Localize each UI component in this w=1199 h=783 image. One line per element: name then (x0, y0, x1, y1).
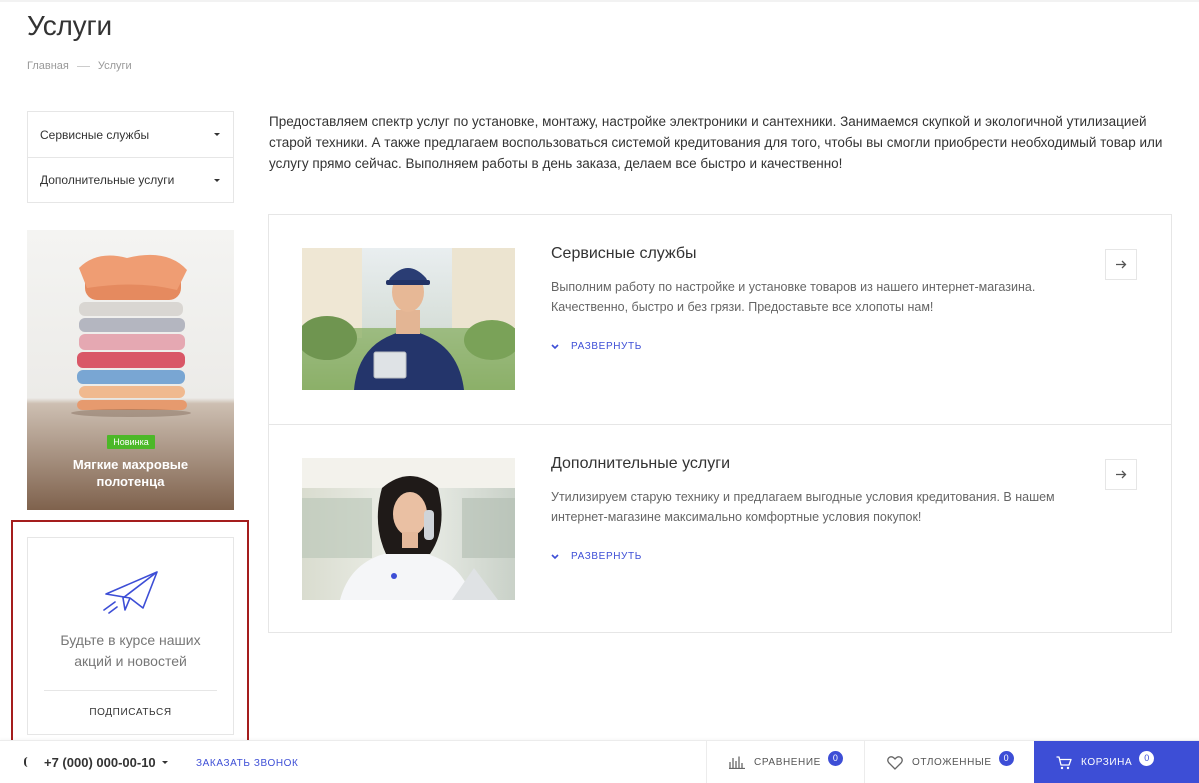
sidebar-item-service-departments[interactable]: Сервисные службы (28, 112, 233, 157)
service-photo[interactable] (302, 458, 515, 600)
bar-chart-icon (729, 756, 745, 769)
caret-down-icon (214, 178, 220, 182)
phone-number: +7 (000) 000-00-10 (44, 755, 156, 770)
compare-count-badge: 0 (827, 750, 843, 766)
heart-icon (887, 755, 903, 770)
phone-icon (24, 757, 30, 767)
sidebar-item-label: Сервисные службы (40, 127, 150, 142)
service-item: Дополнительные услуги Утилизируем старую… (269, 424, 1171, 633)
banner-caption-line: Мягкие махровые (72, 457, 189, 472)
subscribe-button[interactable]: ПОДПИСАТЬСЯ (28, 707, 233, 718)
caret-down-icon (161, 761, 168, 764)
banner-caption: Мягкие махровые полотенца (27, 456, 234, 490)
cart-count-badge: 0 (1139, 750, 1155, 766)
breadcrumb: Главная Услуги (27, 60, 132, 72)
phone-dropdown[interactable]: +7 (000) 000-00-10 (44, 755, 168, 770)
open-service-button[interactable] (1105, 249, 1137, 280)
arrow-right-icon (1115, 470, 1126, 479)
chevron-down-icon (551, 553, 559, 559)
page-title: Услуги (27, 10, 112, 41)
service-photo[interactable] (302, 248, 515, 390)
service-title[interactable]: Сервисные службы (551, 245, 697, 263)
subscribe-text-line: Будьте в курсе наших (60, 632, 201, 648)
service-description: Выполним работу по настройке и установке… (551, 280, 1036, 314)
bottom-bar: +7 (000) 000-00-10 ЗАКАЗАТЬ ЗВОНОК СРАВН… (0, 740, 1199, 783)
expand-toggle[interactable]: РАЗВЕРНУТЬ (551, 551, 642, 562)
service-item: Сервисные службы Выполним работу по наст… (269, 215, 1171, 424)
operator-photo (302, 458, 515, 600)
service-title[interactable]: Дополнительные услуги (551, 455, 730, 473)
compare-button[interactable]: СРАВНЕНИЕ 0 (706, 741, 864, 783)
subscribe-divider (44, 690, 217, 691)
breadcrumb-separator (76, 65, 90, 67)
subscribe-text-line: акций и новостей (74, 653, 187, 669)
promo-banner[interactable]: Новинка Мягкие махровые полотенца (27, 230, 234, 510)
sidebar-menu: Сервисные службы Дополнительные услуги (27, 111, 234, 203)
chevron-down-icon (551, 343, 559, 349)
expand-toggle[interactable]: РАЗВЕРНУТЬ (551, 341, 642, 352)
top-divider (0, 0, 1199, 2)
open-service-button[interactable] (1105, 459, 1137, 490)
service-description: Утилизируем старую технику и предлагаем … (551, 490, 1055, 524)
delayed-count-badge: 0 (998, 750, 1014, 766)
subscribe-block: Будьте в курсе наших акций и новостей ПО… (27, 537, 234, 735)
technician-photo (302, 248, 515, 390)
services-list: Сервисные службы Выполним работу по наст… (268, 214, 1172, 633)
subscribe-text: Будьте в курсе наших акций и новостей (28, 630, 233, 672)
intro-text: Предоставляем спектр услуг по установке,… (269, 114, 1163, 171)
new-badge: Новинка (107, 435, 155, 449)
paper-plane-icon (103, 571, 158, 614)
cart-label: КОРЗИНА (1081, 757, 1133, 768)
expand-label: РАЗВЕРНУТЬ (571, 341, 642, 352)
delayed-label: ОТЛОЖЕННЫЕ (912, 757, 992, 768)
delayed-button[interactable]: ОТЛОЖЕННЫЕ 0 (864, 741, 1034, 783)
cart-button[interactable]: КОРЗИНА 0 (1034, 741, 1199, 783)
caret-down-icon (214, 133, 220, 136)
banner-caption-line: полотенца (96, 474, 165, 489)
cart-icon (1056, 755, 1072, 769)
sidebar-item-additional-services[interactable]: Дополнительные услуги (28, 157, 233, 202)
arrow-right-icon (1115, 260, 1126, 269)
expand-label: РАЗВЕРНУТЬ (571, 551, 642, 562)
order-callback-link[interactable]: ЗАКАЗАТЬ ЗВОНОК (196, 758, 298, 769)
breadcrumb-current: Услуги (97, 60, 132, 72)
compare-label: СРАВНЕНИЕ (754, 757, 821, 768)
sidebar-item-label: Дополнительные услуги (40, 173, 175, 187)
breadcrumb-home-link[interactable]: Главная (27, 60, 69, 72)
